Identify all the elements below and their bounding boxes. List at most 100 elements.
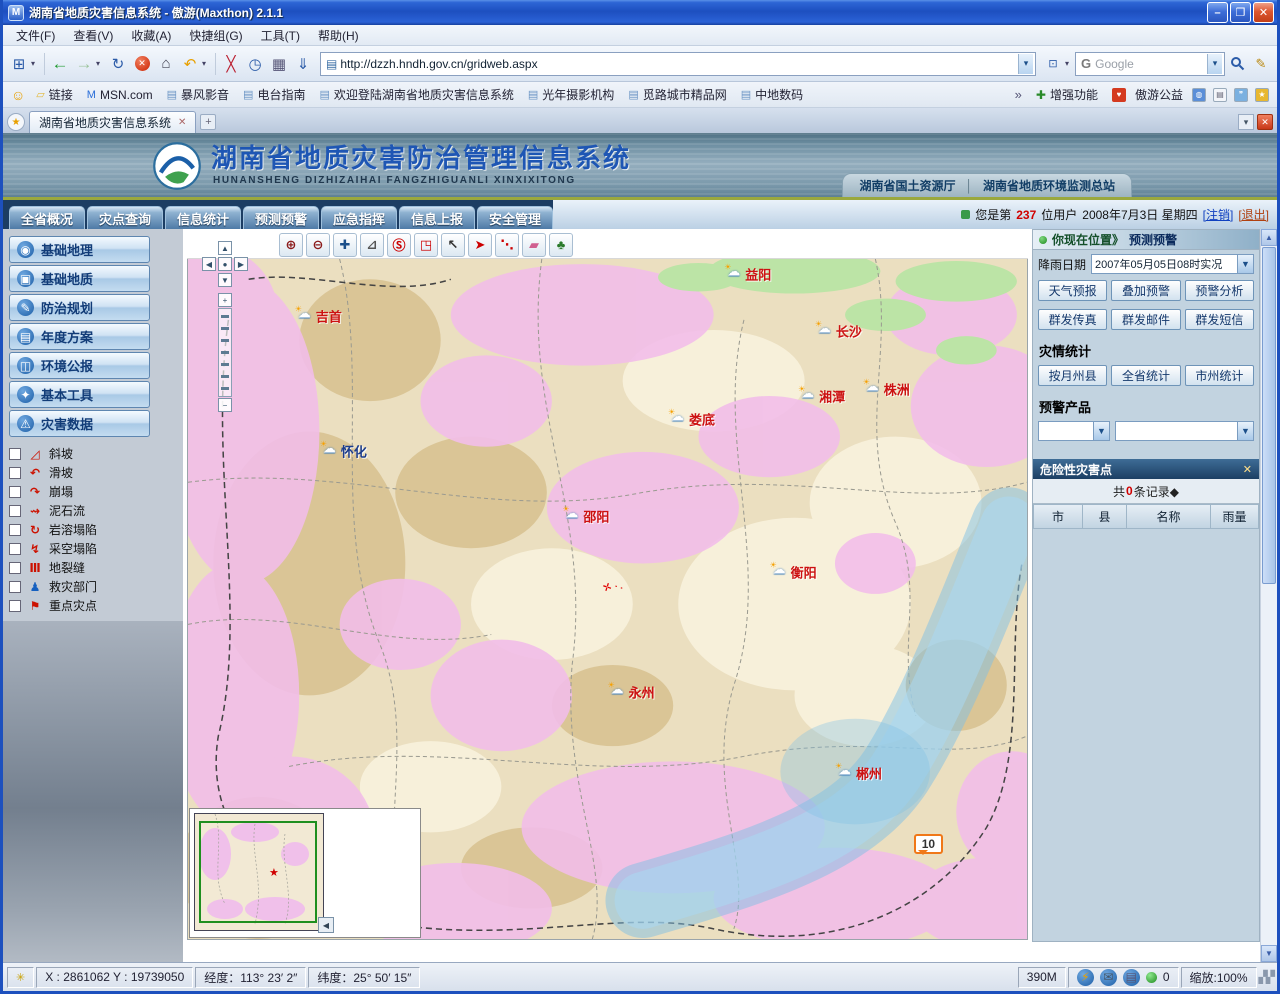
linksbar-item[interactable]: MMSN.com [80, 88, 160, 102]
panel-button[interactable]: 预警分析 [1185, 280, 1254, 301]
undo-button[interactable]: ↶ [178, 51, 202, 77]
collapse-icon[interactable]: ✕ [1243, 463, 1252, 476]
layer-row[interactable]: ↻岩溶塌陷 [9, 520, 183, 539]
layer-row[interactable]: ⇝泥石流 [9, 501, 183, 520]
layer-row[interactable]: Ⅲ地裂缝 [9, 558, 183, 577]
sidebar-button[interactable]: ◫环境公报 [9, 352, 150, 379]
active-tab[interactable]: 湖南省地质灾害信息系统 ✕ [29, 111, 196, 133]
undo-dropdown[interactable]: ▾ [202, 59, 212, 68]
layer-row[interactable]: ⚑重点灾点 [9, 596, 183, 615]
message-icon[interactable]: ❞ [1234, 88, 1248, 102]
sidebar-button[interactable]: ✎防治规划 [9, 294, 150, 321]
dept-link-2[interactable]: 湖南省地质环境监测总站 [983, 177, 1115, 194]
panel-button[interactable]: 市州统计 [1185, 365, 1254, 386]
linksbar-item[interactable]: ▤中地数码 [734, 86, 810, 103]
highlight-pen-button[interactable]: ✎ [1249, 51, 1273, 77]
rain-date-select[interactable]: 2007年05月05日08时实况 ▼ [1091, 254, 1254, 274]
sidebar-button[interactable]: ▣基础地质 [9, 265, 150, 292]
identify-button[interactable]: ➤ [468, 233, 492, 257]
add-point-button[interactable]: ⋱ [495, 233, 519, 257]
layer-checkbox[interactable] [9, 524, 21, 536]
zoom-out-button[interactable]: ⊖ [306, 233, 330, 257]
layer-checkbox[interactable] [9, 448, 21, 460]
new-tab-button[interactable]: ⊞ [7, 51, 31, 77]
menu-item[interactable]: 查看(V) [64, 25, 122, 46]
measure-button[interactable]: ⊿ [360, 233, 384, 257]
logout-link[interactable]: [注销] [1203, 206, 1234, 223]
exit-link[interactable]: [退出] [1238, 206, 1269, 223]
search-engine-dropdown[interactable]: ▾ [1207, 54, 1222, 74]
linksbar-item[interactable]: ▤暴风影音 [160, 86, 236, 103]
pan-up-button[interactable]: ▲ [218, 241, 232, 255]
tools-button[interactable]: ╳ [219, 51, 243, 77]
tab-list-dropdown[interactable]: ▾ [1238, 114, 1254, 130]
layer-row[interactable]: ♟救灾部门 [9, 577, 183, 596]
eraser-button[interactable]: ▰ [522, 233, 546, 257]
pan-button[interactable]: ✚ [333, 233, 357, 257]
zoom-out-slider-button[interactable]: − [218, 398, 232, 412]
favorites-star-icon[interactable]: ★ [7, 113, 25, 131]
nav-tab-6[interactable]: 信息上报 [399, 206, 475, 229]
menu-item[interactable]: 帮助(H) [309, 25, 368, 46]
download-button[interactable]: ⇓ [291, 51, 315, 77]
panel-button[interactable]: 天气预报 [1038, 280, 1107, 301]
menu-item[interactable]: 收藏(A) [122, 25, 180, 46]
card-icon[interactable]: ▤ [1213, 88, 1227, 102]
clear-selection-button[interactable]: Ⓢ [387, 233, 411, 257]
panel-button[interactable]: 群发短信 [1185, 309, 1254, 330]
smiley-icon[interactable]: ☺ [11, 87, 25, 103]
address-input[interactable] [340, 57, 1018, 71]
panel-button[interactable]: 全省统计 [1111, 365, 1180, 386]
history-clock-button[interactable]: ◷ [243, 51, 267, 77]
refresh-button[interactable]: ↻ [106, 51, 130, 77]
zoom-box-button[interactable]: ◳ [414, 233, 438, 257]
menu-item[interactable]: 文件(F) [7, 25, 64, 46]
nav-tab-7[interactable]: 安全管理 [477, 206, 553, 229]
new-tab-dropdown[interactable]: ▾ [31, 59, 41, 68]
layer-checkbox[interactable] [9, 467, 21, 479]
linksbar-item[interactable]: ▤觅路城市精品网 [621, 86, 733, 103]
menu-item[interactable]: 快捷组(G) [180, 25, 251, 46]
address-dropdown[interactable]: ▾ [1018, 54, 1033, 74]
tab-close-icon[interactable]: ✕ [178, 117, 186, 128]
layer-tree-button[interactable]: ♣ [549, 233, 573, 257]
go-button[interactable]: ⊡ [1041, 51, 1065, 77]
warning-product-select-1[interactable]: ▼ [1038, 421, 1110, 441]
sidebar-button[interactable]: ✦基本工具 [9, 381, 150, 408]
dept-link-1[interactable]: 湖南省国土资源厅 [859, 177, 955, 194]
zoom-slider[interactable] [218, 308, 232, 397]
nav-tab-3[interactable]: 信息统计 [165, 206, 241, 229]
sidebar-button[interactable]: ▤年度方案 [9, 323, 150, 350]
status-star-icon[interactable]: ✳ [16, 971, 25, 984]
close-tab-button[interactable]: ✕ [1257, 114, 1273, 130]
links-overflow-chevron[interactable]: » [1015, 87, 1022, 102]
mail-icon[interactable]: ✉ [1100, 969, 1117, 986]
layer-checkbox[interactable] [9, 486, 21, 498]
minimize-button[interactable]: – [1207, 2, 1228, 23]
maxthon-charity-link[interactable]: 傲游公益 [1133, 86, 1185, 103]
search-box[interactable]: G Google ▾ [1075, 52, 1225, 76]
enhance-features-link[interactable]: ✚增强功能 [1029, 86, 1105, 103]
pan-left-button[interactable]: ◀ [202, 257, 216, 271]
scrollbar-track[interactable] [1261, 585, 1277, 945]
panel-button[interactable]: 群发邮件 [1111, 309, 1180, 330]
home-button[interactable]: ⌂ [154, 51, 178, 77]
world-icon[interactable]: ◍ [1192, 88, 1206, 102]
linksbar-item[interactable]: ▱链接 [29, 86, 79, 103]
panel-toggle-icon[interactable]: ▤ [1123, 969, 1140, 986]
linksbar-item[interactable]: ▤欢迎登陆湖南省地质灾害信息系统 [312, 86, 520, 103]
boost-lightning-icon[interactable]: ⚡ [1077, 969, 1094, 986]
linksbar-item[interactable]: ▤光年摄影机构 [521, 86, 621, 103]
zoom-in-slider-button[interactable]: + [218, 293, 232, 307]
overview-collapse-button[interactable]: ◀ [318, 917, 334, 933]
sidebar-button[interactable]: ⚠灾害数据 [9, 410, 150, 437]
pan-down-button[interactable]: ▼ [218, 273, 232, 287]
layer-checkbox[interactable] [9, 581, 21, 593]
scroll-down-arrow[interactable]: ▼ [1261, 945, 1277, 962]
panel-button[interactable]: 群发传真 [1038, 309, 1107, 330]
history-dropdown[interactable]: ▾ [96, 59, 106, 68]
go-dropdown[interactable]: ▾ [1065, 59, 1075, 68]
layer-checkbox[interactable] [9, 600, 21, 612]
pan-center-button[interactable]: ● [218, 257, 232, 271]
panel-button[interactable]: 叠加预警 [1111, 280, 1180, 301]
